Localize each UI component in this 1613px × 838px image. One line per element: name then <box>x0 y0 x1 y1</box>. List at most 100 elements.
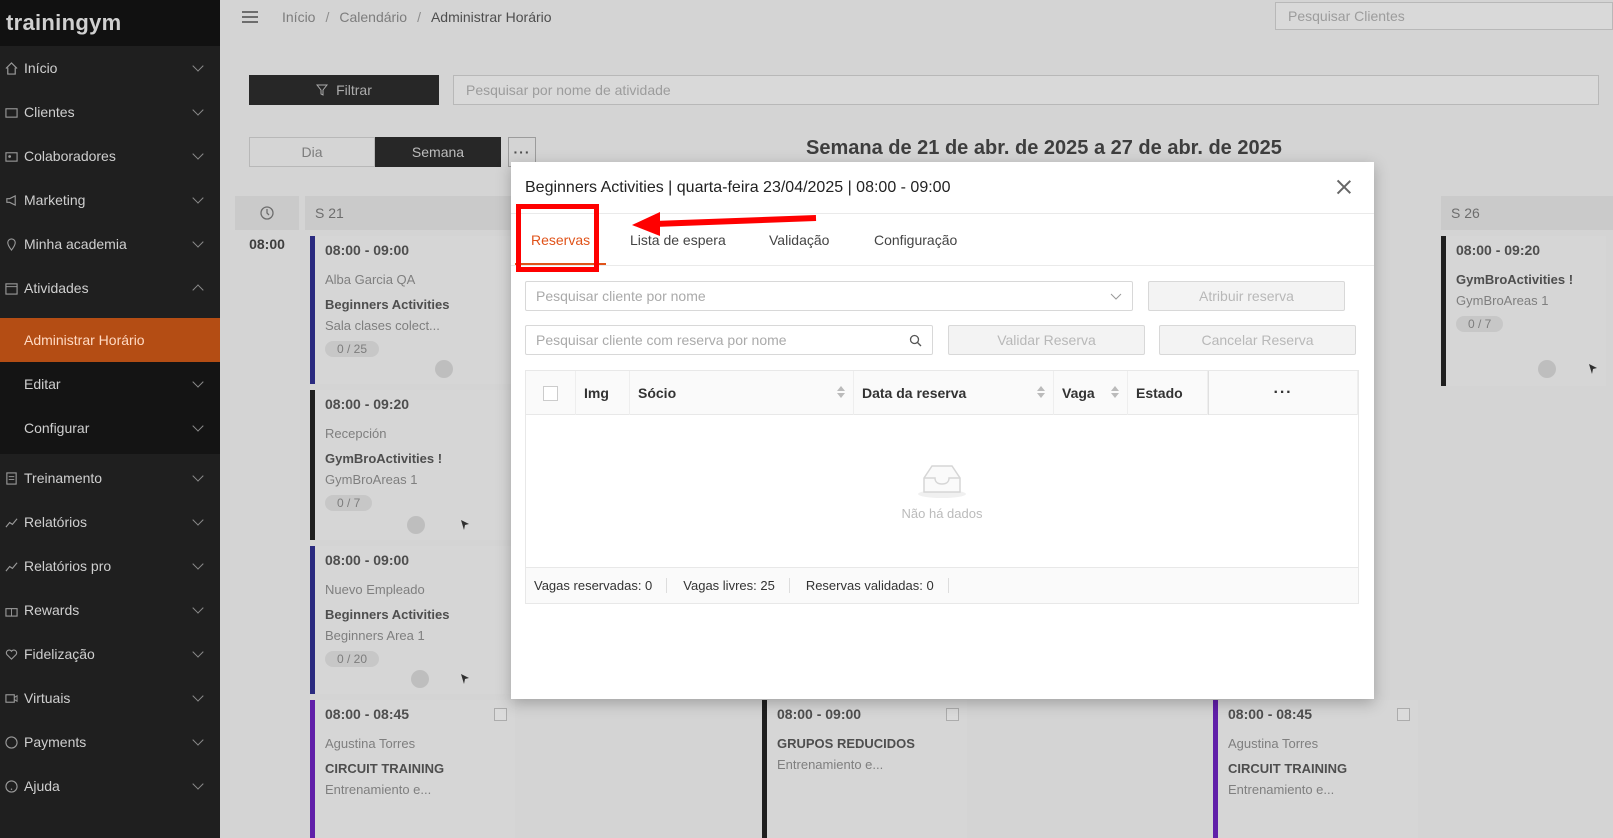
sidebar-item-treinamento[interactable]: Treinamento <box>0 456 220 500</box>
calendar-icon <box>4 281 18 295</box>
column-label: Data da reserva <box>862 385 967 401</box>
sidebar-item-label: Payments <box>24 734 87 750</box>
gift-icon <box>4 603 18 617</box>
sort-icon <box>1037 386 1045 398</box>
chevron-down-icon <box>192 734 204 746</box>
empty-inbox-icon <box>918 464 966 498</box>
sidebar-item-colaboradores[interactable]: Colaboradores <box>0 134 220 178</box>
sidebar-item-label: Editar <box>24 376 61 392</box>
megaphone-icon <box>4 193 18 207</box>
close-icon[interactable] <box>1334 177 1354 197</box>
sidebar-item-clientes[interactable]: Clientes <box>0 90 220 134</box>
chevron-down-icon <box>192 602 204 614</box>
sidebar-item-label: Treinamento <box>24 470 103 486</box>
empty-state: Não há dados <box>526 415 1358 565</box>
brand-logo[interactable]: trainingym <box>0 0 220 46</box>
sidebar-item-relatorios-pro[interactable]: Relatórios pro <box>0 544 220 588</box>
sidebar-item-label: Fidelização <box>24 646 95 662</box>
assign-reservation-button[interactable]: Atribuir reserva <box>1148 281 1345 311</box>
modal-title: Beginners Activities | quarta-feira 23/0… <box>525 178 951 196</box>
chevron-down-icon <box>192 558 204 570</box>
sidebar-item-label: Rewards <box>24 602 80 618</box>
sidebar-subitem-configurar[interactable]: Configurar <box>0 406 220 450</box>
column-vaga[interactable]: Vaga <box>1054 371 1128 415</box>
id-card-icon <box>4 105 18 119</box>
column-label: Sócio <box>638 385 677 401</box>
sidebar-item-marketing[interactable]: Marketing <box>0 178 220 222</box>
chevron-down-icon <box>192 470 204 482</box>
chevron-down-icon <box>192 148 204 160</box>
table-more-button[interactable]: ··· <box>1208 371 1358 415</box>
sidebar-item-relatorios[interactable]: Relatórios <box>0 500 220 544</box>
sidebar-item-label: Colaboradores <box>24 148 116 164</box>
clipboard-icon <box>4 471 18 485</box>
chevron-down-icon <box>192 514 204 526</box>
sort-icon <box>1111 386 1119 398</box>
sidebar-item-label: Relatórios <box>24 514 88 530</box>
app-root: trainingym Início Clientes Colaboradores… <box>0 0 1613 838</box>
reserved-count: Vagas reservadas: 0 <box>526 578 668 593</box>
sidebar-item-inicio[interactable]: Início <box>0 46 220 90</box>
heart-icon <box>4 647 18 661</box>
empty-state-text: Não há dados <box>901 505 983 521</box>
sidebar-item-rewards[interactable]: Rewards <box>0 588 220 632</box>
sidebar-item-atividades[interactable]: Atividades <box>0 266 220 310</box>
sidebar-item-fidelizacao[interactable]: Fidelização <box>0 632 220 676</box>
sidebar-item-ajuda[interactable]: Ajuda <box>0 764 220 808</box>
column-img: Img <box>576 371 630 415</box>
chart-line-icon <box>4 515 18 529</box>
sidebar-item-virtuais[interactable]: Virtuais <box>0 676 220 720</box>
chevron-down-icon <box>192 236 204 248</box>
column-label: Vaga <box>1062 385 1095 401</box>
client-name-select-placeholder: Pesquisar cliente por nome <box>536 288 706 304</box>
validate-reservation-button[interactable]: Validar Reserva <box>948 325 1145 355</box>
location-pin-icon <box>4 237 18 251</box>
brand-text: trainingym <box>6 10 122 35</box>
table-footer: Vagas reservadas: 0 Vagas livres: 25 Res… <box>526 567 1358 603</box>
free-count: Vagas livres: 25 <box>675 578 790 593</box>
validated-count: Reservas validadas: 0 <box>798 578 949 593</box>
video-icon <box>4 691 18 705</box>
column-socio[interactable]: Sócio <box>630 371 854 415</box>
sidebar-item-payments[interactable]: Payments <box>0 720 220 764</box>
reservations-table: Img Sócio Data da reserva Vaga Estado ··… <box>525 370 1359 604</box>
select-all-checkbox-cell <box>526 371 576 415</box>
home-icon <box>4 61 18 75</box>
sidebar-item-label: Administrar Horário <box>24 332 145 348</box>
sidebar-item-label: Clientes <box>24 104 75 120</box>
sort-icon <box>837 386 845 398</box>
chevron-down-icon <box>192 60 204 72</box>
sidebar-item-label: Virtuais <box>24 690 71 706</box>
sidebar-item-label: Atividades <box>24 280 89 296</box>
reserved-client-search-input[interactable]: Pesquisar cliente com reserva por nome <box>525 325 933 355</box>
sidebar: trainingym Início Clientes Colaboradores… <box>0 0 220 838</box>
sidebar-item-label: Minha academia <box>24 236 127 252</box>
sidebar-item-label: Configurar <box>24 420 90 436</box>
chevron-down-icon <box>192 104 204 116</box>
client-name-select[interactable]: Pesquisar cliente por nome <box>525 281 1133 311</box>
select-all-checkbox[interactable] <box>543 385 558 401</box>
annotation-highlight-box <box>516 204 599 272</box>
chevron-down-icon <box>1110 293 1122 300</box>
sidebar-subitem-administrar-horario[interactable]: Administrar Horário <box>0 318 220 362</box>
chevron-up-icon <box>192 284 204 296</box>
column-estado: Estado <box>1128 371 1208 415</box>
sidebar-item-minha-academia[interactable]: Minha academia <box>0 222 220 266</box>
reservation-modal: Beginners Activities | quarta-feira 23/0… <box>511 162 1374 699</box>
tab-configuracao[interactable]: Configuração <box>874 232 957 248</box>
cancel-reservation-button[interactable]: Cancelar Reserva <box>1159 325 1356 355</box>
chevron-down-icon <box>192 192 204 204</box>
chart-line-icon <box>4 559 18 573</box>
chevron-down-icon <box>192 420 204 432</box>
search-icon <box>909 334 922 347</box>
help-icon <box>4 779 18 793</box>
chevron-down-icon <box>192 778 204 790</box>
table-header: Img Sócio Data da reserva Vaga Estado ··… <box>526 371 1358 415</box>
sidebar-subitem-editar[interactable]: Editar <box>0 362 220 406</box>
sidebar-item-label: Início <box>24 60 58 76</box>
sidebar-item-label: Ajuda <box>24 778 60 794</box>
chevron-down-icon <box>192 690 204 702</box>
annotation-arrow-icon <box>632 212 817 236</box>
reserved-client-search-placeholder: Pesquisar cliente com reserva por nome <box>536 332 787 348</box>
column-data-reserva[interactable]: Data da reserva <box>854 371 1054 415</box>
